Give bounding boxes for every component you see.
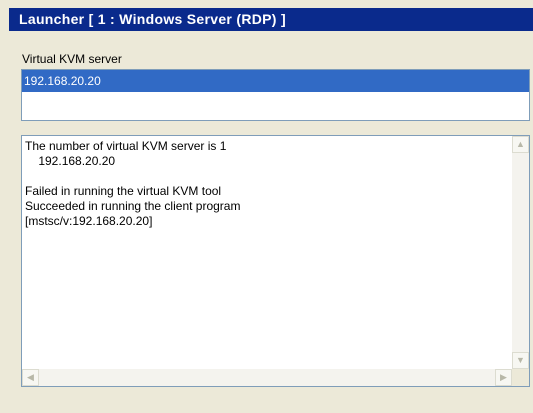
virtual-kvm-server-list[interactable]: 192.168.20.20 bbox=[21, 69, 530, 121]
output-log-text: The number of virtual KVM server is 1 19… bbox=[25, 139, 509, 366]
output-line: The number of virtual KVM server is 1 bbox=[25, 139, 227, 153]
output-line: Succeeded in running the client program bbox=[25, 199, 241, 213]
output-line: 192.168.20.20 bbox=[25, 154, 116, 168]
output-log-box[interactable]: The number of virtual KVM server is 1 19… bbox=[21, 135, 530, 387]
window-title: Launcher [ 1 : Windows Server (RDP) ] bbox=[19, 11, 286, 27]
scroll-down-arrow-icon[interactable]: ▼ bbox=[512, 352, 529, 369]
scroll-up-arrow-icon[interactable]: ▲ bbox=[512, 136, 529, 153]
window-title-bar: Launcher [ 1 : Windows Server (RDP) ] bbox=[9, 8, 533, 31]
virtual-kvm-server-label: Virtual KVM server bbox=[22, 52, 122, 66]
scrollbar-corner bbox=[512, 369, 529, 386]
output-line: Failed in running the virtual KVM tool bbox=[25, 184, 222, 198]
vertical-scrollbar[interactable]: ▲ ▼ bbox=[512, 136, 529, 369]
horizontal-scrollbar[interactable]: ◀ ▶ bbox=[22, 369, 512, 386]
scroll-right-arrow-icon[interactable]: ▶ bbox=[495, 369, 512, 386]
output-line: [mstsc/v:192.168.20.20] bbox=[25, 214, 153, 228]
server-list-item[interactable]: 192.168.20.20 bbox=[22, 70, 529, 92]
scroll-left-arrow-icon[interactable]: ◀ bbox=[22, 369, 39, 386]
